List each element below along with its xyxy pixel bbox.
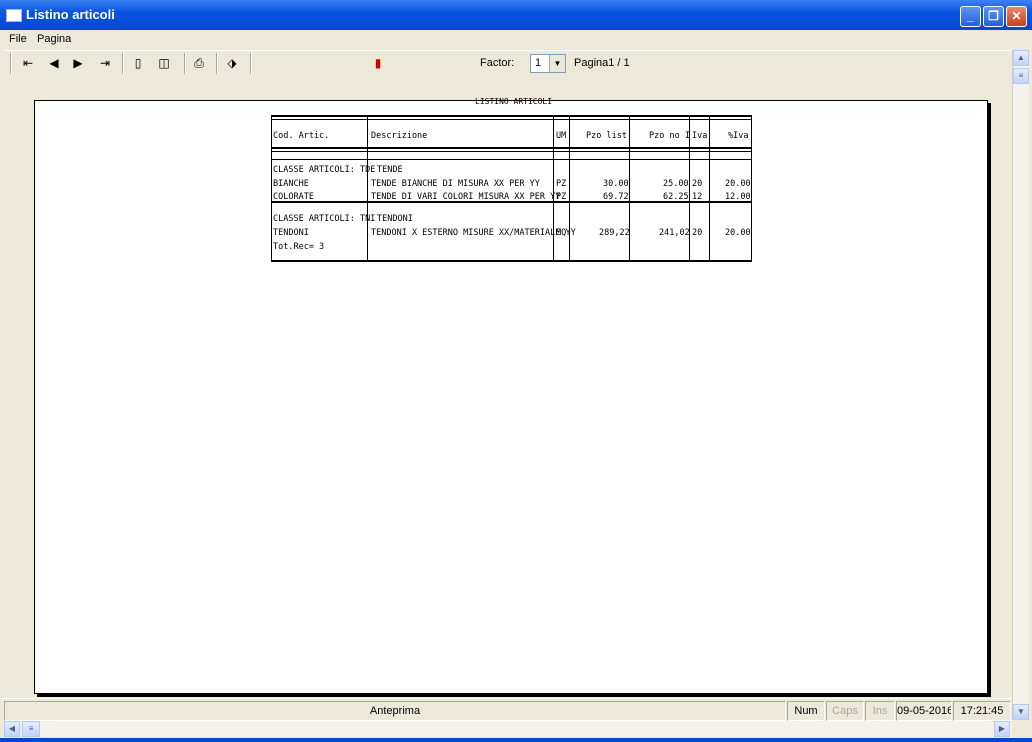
column-line (569, 115, 570, 262)
header-pzo-list: Pzo list. (586, 131, 633, 141)
row-piva: 12.00 (725, 192, 751, 202)
status-ins: Ins (865, 701, 895, 721)
report-title: LISTINO ARTICOLI (475, 97, 553, 106)
single-page-icon[interactable]: ▯ (128, 54, 148, 72)
first-page-icon[interactable]: ⇤ (18, 54, 38, 72)
factor-value: 1 (535, 57, 542, 69)
header-descrizione: Descrizione (371, 131, 428, 141)
window-app-icon (6, 9, 22, 22)
minimize-button[interactable]: _ (960, 6, 981, 27)
row-iva: 12 (692, 192, 703, 202)
vertical-scrollbar[interactable]: ▲ ≡ ▼ (1012, 50, 1029, 720)
row-noiva: 62.25 (663, 192, 689, 202)
row-desc: TENDE BIANCHE DI MISURA XX PER YY (371, 179, 540, 189)
toolbar-grip (10, 53, 12, 74)
status-caps: Caps (826, 701, 864, 721)
menu-file[interactable]: File (9, 33, 27, 45)
toolbar-separator (122, 53, 124, 74)
next-page-icon[interactable]: ▶ (68, 54, 88, 72)
chevron-down-icon[interactable]: ▼ (549, 55, 565, 72)
status-num: Num (787, 701, 825, 721)
scroll-left-icon[interactable]: ◀ (4, 721, 20, 737)
toolbar-separator (250, 53, 252, 74)
report-rule (271, 119, 751, 120)
row-piva: 20.00 (725, 179, 751, 189)
column-line (751, 115, 752, 262)
group-label: CLASSE ARTICOLI: TNI (273, 214, 376, 224)
row-desc: TENDONI X ESTERNO MISURE XX/MATERIALE YY (371, 228, 576, 238)
column-line (709, 115, 710, 262)
row-piva: 20.00 (725, 228, 751, 238)
report-page: LISTINO ARTICOLI Cod. Artic. Descrizione… (34, 97, 988, 694)
group-label: CLASSE ARTICOLI: TDE (273, 165, 376, 175)
menu-bar: File Pagina (0, 30, 1032, 49)
group-desc: TENDONI (377, 214, 413, 224)
row-list: 69.72 (603, 192, 629, 202)
row-iva: 20 (692, 228, 703, 238)
toolbar-separator (184, 53, 186, 74)
header-pzo-no-iva: Pzo no I (649, 131, 690, 141)
close-button[interactable]: ✕ (1006, 6, 1027, 27)
window-bottom-border (0, 738, 1032, 742)
export-icon[interactable]: ⬗ (222, 54, 242, 72)
row-iva: 20 (692, 179, 703, 189)
row-list: 289,22 (599, 228, 630, 238)
toolbar-separator (216, 53, 218, 74)
status-time: 17:21:45 (953, 701, 1011, 721)
report-rule (271, 147, 751, 149)
prev-page-icon[interactable]: ◀ (44, 54, 64, 72)
status-date: 09-05-2016 (896, 701, 952, 721)
two-page-icon[interactable]: ◫ (154, 54, 174, 72)
header-iva: Iva (692, 131, 708, 141)
scroll-up-icon[interactable]: ▲ (1013, 50, 1029, 66)
column-line (553, 115, 554, 262)
preview-area: LISTINO ARTICOLI Cod. Artic. Descrizione… (4, 76, 1012, 696)
report-rule (271, 159, 751, 160)
title-bar: Listino articoli _ ❐ ✕ (0, 0, 1032, 30)
restore-button[interactable]: ❐ (983, 6, 1004, 27)
row-um: PZ (556, 179, 567, 189)
column-line (271, 115, 272, 262)
last-page-icon[interactable]: ⇥ (95, 54, 115, 72)
header-perc-iva: %Iva (728, 131, 749, 141)
scroll-right-icon[interactable]: ▶ (994, 721, 1010, 737)
header-cod-artic: Cod. Artic. (273, 131, 330, 141)
row-list: 30.00 (603, 179, 629, 189)
page-indicator: Pagina1 / 1 (574, 57, 630, 69)
status-main: Anteprima (4, 701, 786, 721)
report-rule (271, 115, 751, 117)
row-noiva: 25.00 (663, 179, 689, 189)
row-code: BIANCHE (273, 179, 309, 189)
row-code: COLORATE (273, 192, 314, 202)
row-code: TENDONI (273, 228, 309, 238)
total-records: Tot.Rec= 3 (273, 242, 325, 252)
toolbar: ⇤ ◀ ▶ ⇥ ▯ ◫ ⎙ ⬗ ▮ Factor: 1 ▼ Pagina1 / … (4, 50, 1012, 77)
app-window: Listino articoli _ ❐ ✕ File Pagina ⇤ ◀ ▶… (0, 0, 1032, 742)
factor-label: Factor: (480, 57, 515, 69)
row-um: MQ (556, 228, 567, 238)
row-desc: TENDE DI VARI COLORI MISURA XX PER YY (371, 192, 561, 202)
factor-select[interactable]: 1 ▼ (530, 54, 566, 73)
row-um: PZ (556, 192, 567, 202)
header-um: UM (556, 131, 567, 141)
scroll-thumb[interactable]: ≡ (1013, 68, 1029, 84)
horizontal-scrollbar[interactable]: ◀ ≡ ▶ (4, 721, 1012, 737)
print-icon[interactable]: ⎙ (189, 54, 209, 72)
column-line (367, 115, 368, 262)
exit-door-icon[interactable]: ▮ (368, 54, 388, 72)
window-title: Listino articoli (26, 7, 115, 22)
scroll-down-icon[interactable]: ▼ (1013, 704, 1029, 720)
scroll-thumb-horizontal[interactable]: ≡ (22, 721, 40, 737)
row-noiva: 241,02 (659, 228, 690, 238)
report-rule (271, 151, 751, 152)
menu-pagina[interactable]: Pagina (37, 33, 71, 45)
report-rule (271, 260, 751, 262)
group-desc: TENDE (377, 165, 403, 175)
status-bar: Anteprima Num Caps Ins 09-05-2016 17:21:… (0, 698, 1012, 721)
